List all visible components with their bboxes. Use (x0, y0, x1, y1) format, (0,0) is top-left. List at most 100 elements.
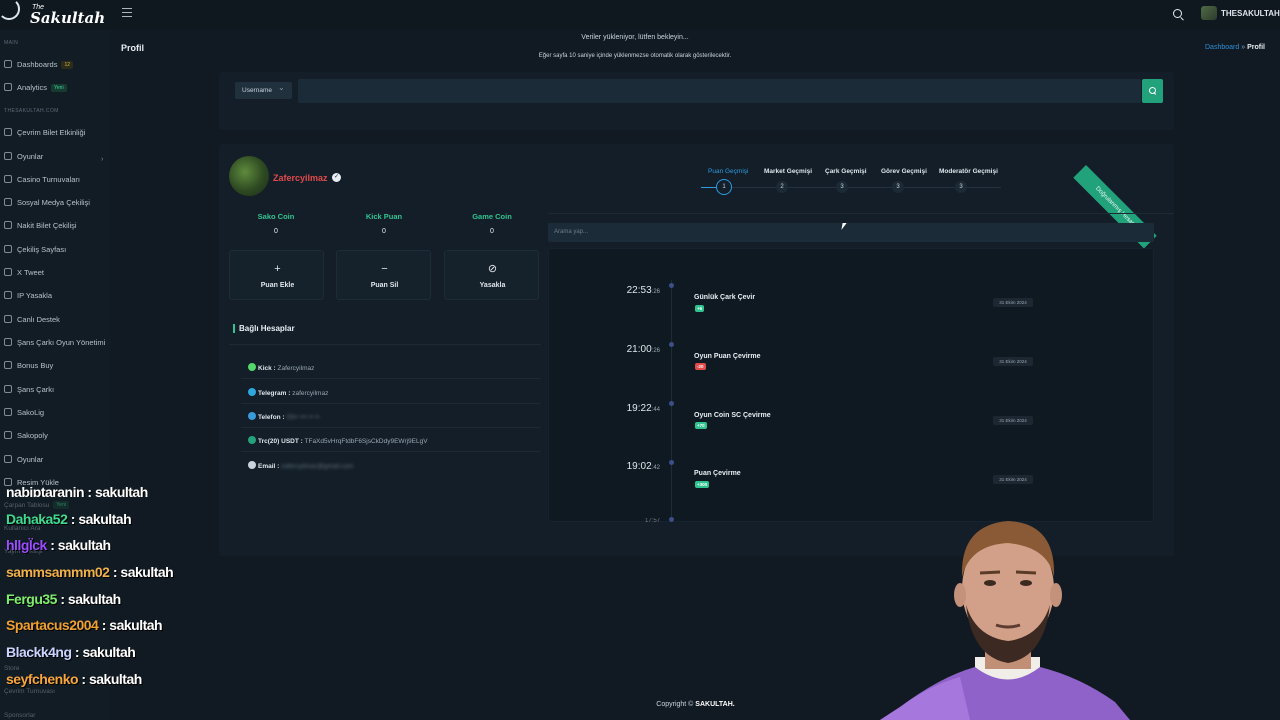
chat-line: Blackk4ng : sakultah (6, 644, 136, 660)
step-4[interactable]: 3 (892, 181, 904, 193)
step-3[interactable]: 3 (836, 181, 848, 193)
sidebar-item-label: Sosyal Medya Çekilişi (17, 198, 90, 207)
chat-line: Dahaka52 : sakultah (6, 511, 132, 527)
search-input[interactable] (298, 79, 1141, 103)
sidebar-item-analytics[interactable]: Analytics Yeni (4, 83, 67, 92)
sidebar-item-sosyal-medya[interactable]: Sosyal Medya Çekilişi (4, 198, 90, 207)
sidebar-item-label: Dashboards (17, 60, 58, 69)
search-button[interactable] (1142, 79, 1163, 103)
stream-chat-overlay: nabiptaranin : sakultah Dahaka52 : sakul… (0, 484, 230, 720)
sidebar-item-label: Şans Çarkı (17, 385, 55, 394)
timeline-dot (669, 342, 674, 347)
breadcrumb-current: Profil (1247, 44, 1265, 51)
ban-icon: ⊘ (487, 263, 498, 275)
menu-icon[interactable] (122, 8, 132, 17)
divider (229, 344, 541, 345)
account-value: 05•• ••• •• •• (286, 414, 320, 421)
entry-time: 19:22:44 (603, 403, 660, 414)
entry-time: 17:57 (644, 518, 660, 523)
chevron-right-icon[interactable]: › (101, 156, 103, 163)
sidebar-item-label: Bonus Buy (17, 361, 54, 370)
site-logo[interactable]: The Sakultah (0, 0, 105, 28)
sidebar-item-casino-turnuvalari[interactable]: Casino Turnuvaları (4, 175, 80, 184)
search-type-select[interactable]: Username (235, 82, 292, 99)
sidebar-item-oyunlar-2[interactable]: Oyunlar (4, 455, 43, 464)
chat-username: nabiptaranin (6, 484, 85, 497)
profile-name: Zafercyilmaz (273, 173, 328, 183)
tab-moderator-gecmisi[interactable]: Moderatör Geçmişi (939, 168, 998, 175)
phone-icon (248, 412, 256, 420)
sidebar-item-sans-carki[interactable]: Şans Çarkı (4, 385, 54, 394)
ban-button[interactable]: ⊘ Yasakla (444, 250, 539, 300)
chat-message: : sakultah (71, 644, 136, 660)
remove-points-button[interactable]: − Puan Sil (336, 250, 431, 300)
entry-date: 31 Ekim 2024 (993, 298, 1033, 307)
step-5[interactable]: 3 (955, 181, 967, 193)
sidebar-item-label: Nakit Bilet Çekilişi (17, 221, 77, 230)
sidebar-item-cevrim-bilet[interactable]: Çevrim Bilet Etkinliği (4, 128, 85, 137)
sidebar-item-label: Analytics (17, 83, 48, 92)
sidebar-item-bonus-buy[interactable]: Bonus Buy (4, 361, 53, 370)
board-icon (4, 431, 12, 439)
chat-message: : sakultah (98, 617, 163, 633)
kick-icon (248, 363, 256, 371)
sidebar-item-nakit-bilet[interactable]: Nakit Bilet Çekilişi (4, 221, 77, 230)
breadcrumb: Dashboard » Profil (1205, 44, 1265, 51)
sidebar-item-label: Casino Turnuvaları (17, 175, 80, 184)
support-icon (4, 315, 12, 323)
sidebar-item-label: IP Yasakla (17, 291, 53, 300)
chat-username: hllgl̈ck (6, 537, 47, 553)
entry-date: 31 Ekim 2024 (993, 475, 1033, 484)
sidebar-item-label: Canlı Destek (17, 315, 60, 324)
entry-points-badge: +6 (695, 305, 705, 312)
sidebar-item-label: Çevrim Bilet Etkinliği (17, 128, 86, 137)
sidebar-item-label: Şans Çarkı Oyun Yönetimi (17, 338, 106, 347)
sidebar-item-sakolig[interactable]: SakoLig (4, 408, 44, 417)
divider (241, 378, 541, 379)
step-1[interactable]: 1 (716, 179, 732, 195)
tab-cark-gecmisi[interactable]: Çark Geçmişi (825, 168, 867, 175)
sidebar-item-cekilis-sayfasi[interactable]: Çekiliş Sayfası (4, 245, 66, 254)
cash-icon (4, 221, 12, 229)
chat-message: : sakultah (46, 537, 111, 553)
add-points-button[interactable]: + Puan Ekle (229, 250, 324, 300)
chat-line: Fergu35 : sakultah (6, 591, 121, 607)
entry-date: 31 Ekim 2024 (993, 416, 1033, 425)
remove-points-label: Puan Sil (370, 282, 399, 289)
loading-message: Veriler yükleniyor, lütfen bekleyin... (581, 34, 689, 41)
tab-market-gecmisi[interactable]: Market Geçmişi (764, 168, 812, 175)
account-label: Telefon : (258, 414, 285, 421)
tab-puan-gecmisi[interactable]: Puan Geçmişi (708, 168, 748, 175)
sidebar-item-x-tweet[interactable]: X Tweet (4, 268, 44, 277)
step-2[interactable]: 2 (776, 181, 788, 193)
chat-line: hllgl̈ck : sakultah (6, 537, 111, 553)
stat-kick-puan-label: Kick Puan (365, 212, 403, 221)
gamepad-icon (4, 455, 12, 463)
search-icon[interactable] (1173, 9, 1182, 18)
sidebar-item-sans-carki-yonetimi[interactable]: Şans Çarkı Oyun Yönetimi (4, 338, 105, 347)
username-label[interactable]: THESAKULTAH (1221, 9, 1280, 18)
chat-message: : sakultah (56, 591, 121, 607)
streamer-webcam (880, 517, 1130, 720)
page-title: Profil (121, 43, 145, 53)
account-label: Telegram : (258, 390, 291, 397)
timeline-dot (669, 517, 674, 522)
sidebar-item-canli-destek[interactable]: Canlı Destek (4, 315, 60, 324)
chat-username: Fergu35 (6, 591, 57, 607)
divider (241, 451, 541, 452)
chat-username: Dahaka52 (6, 511, 68, 527)
breadcrumb-dashboard-link[interactable]: Dashboard (1205, 44, 1239, 51)
entry-time-hm: 19:22 (626, 403, 652, 414)
top-navbar: The Sakultah THESAKULTAH (0, 0, 1280, 30)
sidebar-item-ip-yasakla[interactable]: IP Yasakla (4, 291, 52, 300)
entry-time: 19:02:42 (603, 461, 660, 472)
sidebar-item-oyunlar[interactable]: Oyunlar (4, 152, 43, 161)
sidebar-item-dashboards[interactable]: Dashboards 12 (4, 60, 74, 69)
stat-kick-puan-value: 0 (382, 228, 386, 235)
history-search-input[interactable]: Arama yap... (548, 223, 1154, 242)
avatar[interactable] (1201, 6, 1217, 20)
profile-avatar (229, 156, 269, 196)
sidebar-item-sakopoly[interactable]: Sakopoly (4, 431, 48, 440)
tab-gorev-gecmisi[interactable]: Görev Geçmişi (881, 168, 927, 175)
account-label: Kick : (258, 365, 276, 372)
